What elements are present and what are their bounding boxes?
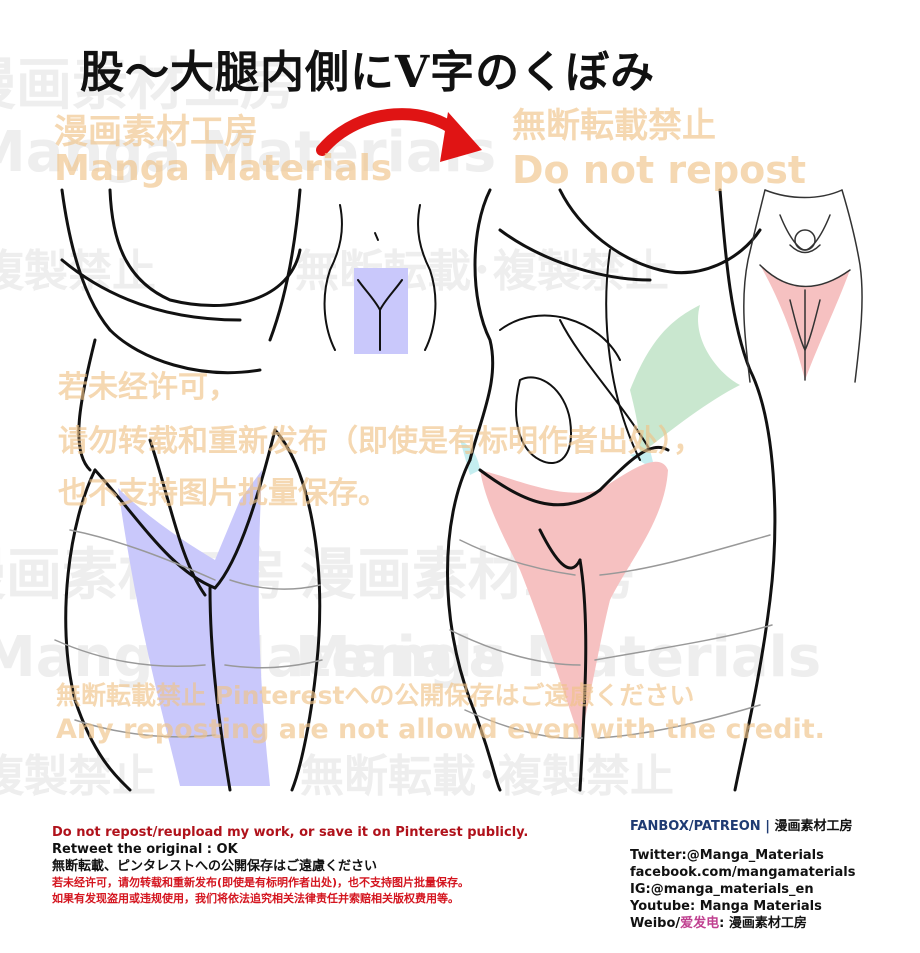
fanbox-sep: | — [765, 819, 770, 834]
weibo-line: Weibo/爱发电: 漫画素材工房 — [630, 915, 855, 932]
red-arrow — [316, 108, 466, 156]
notice-no-repost-en: Do not repost/reupload my work, or save … — [52, 825, 529, 840]
footer-social: FANBOX/PATREON | 漫画素材工房 Twitter:@Manga_M… — [630, 818, 855, 932]
fanbox-line: FANBOX/PATREON | 漫画素材工房 — [630, 818, 855, 835]
watermark-cn-line2: 请勿转载和重新发布（即使是有标明作者出处）， — [58, 424, 703, 459]
instagram-link[interactable]: IG:@manga_materials_en — [630, 881, 855, 898]
small-front-figure — [323, 204, 437, 354]
notice-cn-1: 若未经许可，请勿转载和重新发布(即使是有标明作者出处)，也不支持图片批量保存。 — [52, 876, 470, 889]
weibo-suffix: : 漫画素材工房 — [719, 916, 807, 931]
notice-retweet: Retweet the original : OK — [52, 842, 238, 857]
weibo-prefix: Weibo/ — [630, 916, 681, 931]
twitter-link[interactable]: Twitter:@Manga_Materials — [630, 847, 855, 864]
watermark-cn-line1: 若未经许可， — [58, 370, 238, 405]
notice-cn-2: 如果有发现盗用或违规使用，我们将依法追究相关法律责任并索赔相关版权费用等。 — [52, 892, 459, 905]
watermark-no-repost-jp: 無断転載禁止 — [512, 106, 716, 146]
facebook-link[interactable]: facebook.com/mangamaterials — [630, 864, 855, 881]
notice-no-repost-jp: 無断転載、ピンタレストへの公開保存はご遠慮ください — [52, 859, 378, 874]
watermark-pinterest: 無断転載禁止 Pinterestへの公開保存はご遠慮ください — [56, 681, 695, 710]
fanbox-link[interactable]: FANBOX/PATREON — [630, 819, 761, 834]
illustration-stage: 漫画素材工房 Manga Materials 複製禁止 無断転載･複製禁止 漫画… — [0, 0, 920, 802]
youtube-link[interactable]: Youtube: Manga Materials — [630, 898, 855, 915]
watermark-studio-en: Manga Materials — [54, 148, 393, 189]
footer-notice: Do not repost/reupload my work, or save … — [52, 824, 528, 907]
watermark-cn-line3: 也不支持图片批量保存。 — [58, 476, 388, 511]
small-muscle-figure — [743, 189, 863, 383]
weibo-link[interactable]: 爱发电 — [680, 916, 719, 931]
watermark-studio-jp: 漫画素材工房 — [54, 112, 258, 152]
fanbox-studio: 漫画素材工房 — [774, 819, 853, 834]
watermark-no-repost-en: Do not repost — [512, 148, 807, 192]
page-title: 股～大腿内側にV字のくぼみ — [80, 47, 656, 98]
footer: Do not repost/reupload my work, or save … — [0, 800, 920, 953]
watermark-credit-en: Any reposting are not allowd even with t… — [56, 714, 825, 745]
